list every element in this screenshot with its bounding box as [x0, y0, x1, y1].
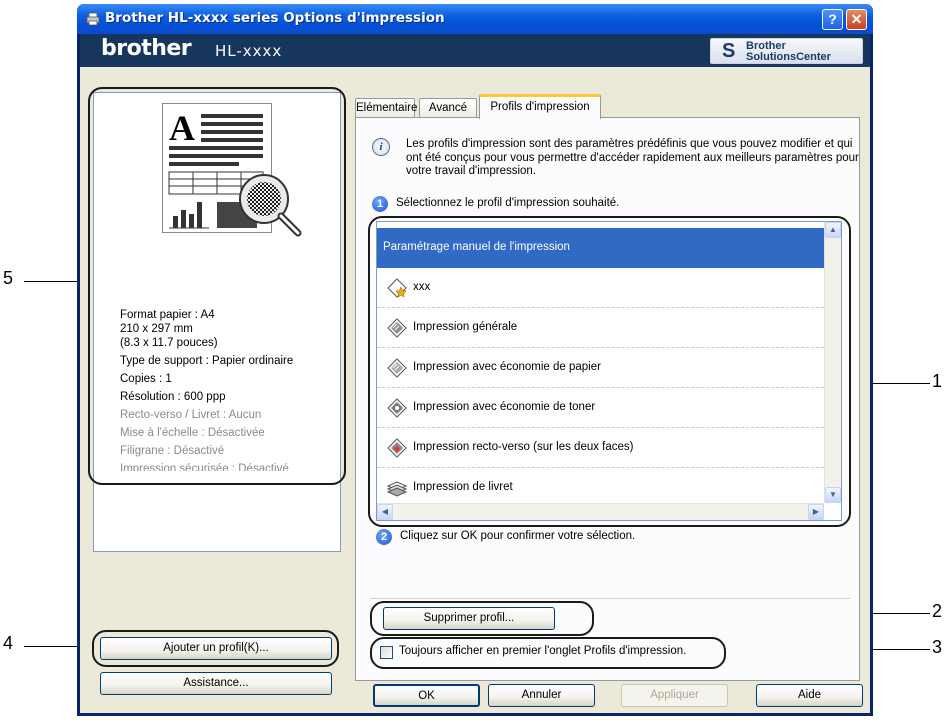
- apply-button[interactable]: Appliquer: [621, 684, 728, 707]
- tab-advanced[interactable]: Avancé: [419, 98, 477, 118]
- brother-logo: brother: [101, 36, 192, 61]
- info-icon: i: [372, 138, 390, 156]
- callout-5-highlight: [88, 87, 346, 485]
- model-name: HL-xxxx: [215, 42, 283, 60]
- solutions-label: Brother SolutionsCenter: [746, 41, 831, 63]
- info-text: Les profils d'impression sont des paramè…: [406, 138, 859, 177]
- step-1-text: Sélectionnez le profil d'impression souh…: [396, 197, 620, 209]
- ok-button[interactable]: OK: [373, 684, 480, 707]
- brand-bar: brother HL-xxxx S Brother SolutionsCente…: [80, 34, 870, 67]
- solutions-s-icon: S: [722, 40, 736, 62]
- step-1-badge: 1: [372, 196, 388, 212]
- callout-4: 4: [3, 633, 14, 653]
- cancel-button[interactable]: Annuler: [488, 684, 595, 707]
- window-title: Brother HL-xxxx series Options d'impress…: [105, 10, 445, 26]
- callout-1-highlight: [368, 216, 851, 527]
- title-bar[interactable]: Brother HL-xxxx series Options d'impress…: [77, 4, 873, 34]
- help-button[interactable]: Aide: [756, 684, 863, 707]
- step-2-badge: 2: [376, 529, 392, 545]
- callout-3-highlight: [370, 637, 726, 669]
- callout-4-highlight: [92, 630, 339, 667]
- tab-basic[interactable]: Elémentaire: [355, 98, 417, 118]
- callout-2-highlight: [370, 601, 594, 636]
- print-options-dialog: Brother HL-xxxx series Options d'impress…: [77, 4, 873, 716]
- callout-2: 2: [932, 601, 943, 621]
- dialog-client-area: A Format papier: A4 210 x 297 mm (8.3 x…: [80, 67, 870, 713]
- print-profiles-panel: i Les profils d'impression sont des para…: [355, 117, 860, 681]
- solutions-center-button[interactable]: S Brother SolutionsCenter: [710, 38, 863, 64]
- help-title-button[interactable]: ?: [822, 9, 843, 30]
- printer-icon: [86, 12, 100, 26]
- solutions-label-line2: SolutionsCenter: [746, 51, 831, 63]
- separator-line: [370, 598, 850, 599]
- support-button[interactable]: Assistance...: [100, 672, 332, 695]
- tab-print-profiles[interactable]: Profils d'impression: [479, 94, 601, 119]
- callout-5: 5: [3, 268, 14, 288]
- callout-3: 3: [932, 637, 943, 657]
- close-button[interactable]: ✕: [846, 9, 867, 30]
- callout-1: 1: [932, 371, 943, 391]
- step-2-text: Cliquez sur OK pour confirmer votre séle…: [400, 530, 636, 542]
